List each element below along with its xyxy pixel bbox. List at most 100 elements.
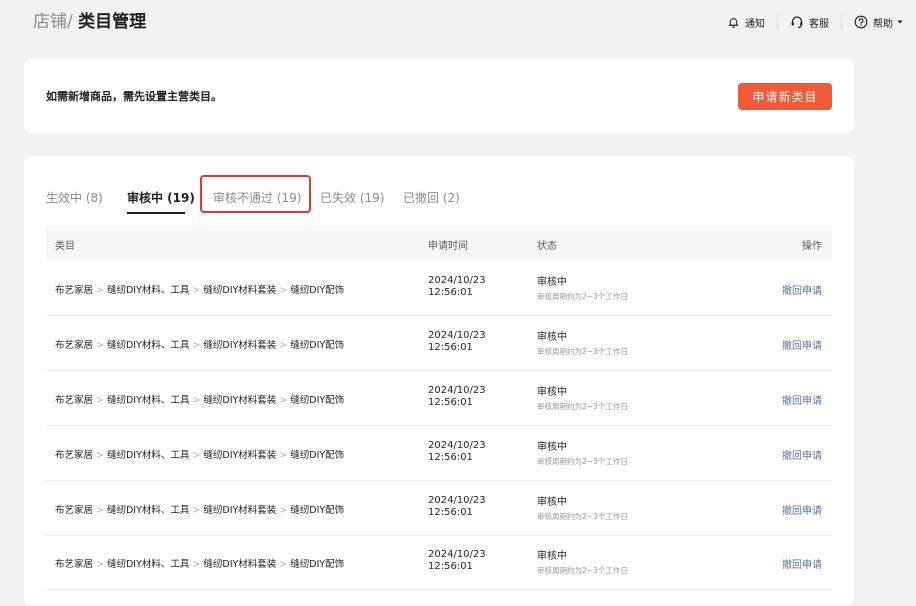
service-label: 客服 xyxy=(809,18,829,30)
table-header: 类目 申请时间 状态 操作 xyxy=(46,226,832,260)
status-text: 审核中 xyxy=(537,387,567,398)
breadcrumb-parent[interactable]: 店铺/ xyxy=(33,12,73,32)
caret-down-icon xyxy=(897,20,903,24)
category-path: 布艺家居 > 缝纫DIY材料、工具 > 缝纫DIY材料套装 > 缝纫DIY配饰 xyxy=(55,447,344,461)
category-segment: 布艺家居 xyxy=(55,505,94,516)
withdraw-link[interactable]: 撤回申请 xyxy=(782,337,822,352)
chevron-right-icon: > xyxy=(192,285,201,296)
category-segment: 缝纫DIY配饰 xyxy=(290,450,345,461)
help-label: 帮助 xyxy=(873,18,893,30)
category-segment: 缝纫DIY材料套装 xyxy=(203,285,277,296)
notify-label: 通知 xyxy=(745,18,765,30)
category-segment: 缝纫DIY材料、工具 xyxy=(106,285,190,296)
page-title: 类目管理 xyxy=(78,12,147,32)
apply-clock: 12:56:01 xyxy=(428,507,473,518)
category-segment: 缝纫DIY材料、工具 xyxy=(106,450,190,461)
category-segment: 缝纫DIY配饰 xyxy=(290,505,345,516)
breadcrumb: 店铺/ 类目管理 xyxy=(33,10,146,34)
status-note: 审核周期约为2~3个工作日 xyxy=(537,566,628,575)
column-action: 操作 xyxy=(802,241,822,252)
category-path: 布艺家居 > 缝纫DIY材料、工具 > 缝纫DIY材料套装 > 缝纫DIY配饰 xyxy=(55,337,344,351)
category-path: 布艺家居 > 缝纫DIY材料、工具 > 缝纫DIY材料套装 > 缝纫DIY配饰 xyxy=(55,392,344,406)
tab-reviewing[interactable]: 审核中 (19) xyxy=(127,189,195,206)
category-segment: 缝纫DIY材料套装 xyxy=(203,559,277,570)
apply-clock: 12:56:01 xyxy=(428,287,473,298)
chevron-right-icon: > xyxy=(192,340,201,351)
category-segment: 缝纫DIY配饰 xyxy=(290,340,345,351)
apply-date: 2024/10/23 xyxy=(428,330,486,341)
chevron-right-icon: > xyxy=(279,285,288,296)
chevron-right-icon: > xyxy=(192,505,201,516)
withdraw-link[interactable]: 撤回申请 xyxy=(782,556,822,571)
notify-button[interactable]: 通知 xyxy=(715,13,777,31)
tab-withdrawn[interactable]: 已撤回 (2) xyxy=(403,189,460,206)
notice-card: 如需新增商品，需先设置主营类目。 申请新类目 xyxy=(24,59,854,133)
apply-time: 2024/10/23 12:56:01 xyxy=(428,275,486,299)
category-segment: 布艺家居 xyxy=(55,395,94,406)
category-segment: 布艺家居 xyxy=(55,285,94,296)
category-segment: 缝纫DIY配饰 xyxy=(290,285,345,296)
help-dropdown[interactable]: 帮助 xyxy=(842,13,916,31)
withdraw-link[interactable]: 撤回申请 xyxy=(782,502,822,517)
category-path: 布艺家居 > 缝纫DIY材料、工具 > 缝纫DIY材料套装 > 缝纫DIY配饰 xyxy=(55,556,344,570)
withdraw-link[interactable]: 撤回申请 xyxy=(782,447,822,462)
category-segment: 缝纫DIY配饰 xyxy=(290,395,345,406)
status-note: 审核周期约为2~3个工作日 xyxy=(537,347,628,356)
status-note: 审核周期约为2~3个工作日 xyxy=(537,512,628,521)
category-segment: 缝纫DIY材料、工具 xyxy=(106,505,190,516)
category-segment: 缝纫DIY配饰 xyxy=(290,559,345,570)
category-path: 布艺家居 > 缝纫DIY材料、工具 > 缝纫DIY材料套装 > 缝纫DIY配饰 xyxy=(55,282,344,296)
apply-time: 2024/10/23 12:56:01 xyxy=(428,330,486,354)
apply-date: 2024/10/23 xyxy=(428,385,486,396)
service-button[interactable]: 客服 xyxy=(778,13,841,31)
question-circle-icon xyxy=(854,15,868,29)
headset-icon xyxy=(791,16,803,29)
chevron-right-icon: > xyxy=(96,450,104,461)
chevron-right-icon: > xyxy=(279,395,288,406)
tab-expired[interactable]: 已失效 (19) xyxy=(320,189,384,206)
category-segment: 布艺家居 xyxy=(55,450,94,461)
category-segment: 缝纫DIY材料、工具 xyxy=(106,395,190,406)
table-row: 布艺家居 > 缝纫DIY材料、工具 > 缝纫DIY材料套装 > 缝纫DIY配饰 2024/10… xyxy=(46,481,832,536)
table-row: 布艺家居 > 缝纫DIY材料、工具 > 缝纫DIY材料套装 > 缝纫DIY配饰 2024/10… xyxy=(46,261,832,316)
apply-clock: 12:56:01 xyxy=(428,561,473,572)
status-note: 审核周期约为2~3个工作日 xyxy=(537,457,628,466)
withdraw-link[interactable]: 撤回申请 xyxy=(782,282,822,297)
status-text: 审核中 xyxy=(537,551,567,562)
chevron-right-icon: > xyxy=(279,340,288,351)
apply-clock: 12:56:01 xyxy=(428,452,473,463)
apply-clock: 12:56:01 xyxy=(428,397,473,408)
chevron-right-icon: > xyxy=(96,559,104,570)
category-segment: 缝纫DIY材料套装 xyxy=(203,505,277,516)
status-note: 审核周期约为2~3个工作日 xyxy=(537,292,628,301)
table-row: 布艺家居 > 缝纫DIY材料、工具 > 缝纫DIY材料套装 > 缝纫DIY配饰 2024/10… xyxy=(46,371,832,426)
table-row: 布艺家居 > 缝纫DIY材料、工具 > 缝纫DIY材料套装 > 缝纫DIY配饰 2024/10… xyxy=(46,535,832,590)
apply-date: 2024/10/23 xyxy=(428,549,486,560)
active-tab-indicator xyxy=(127,212,185,214)
tab-active[interactable]: 生效中 (8) xyxy=(46,189,103,206)
apply-category-button[interactable]: 申请新类目 xyxy=(738,83,832,110)
table-row: 布艺家居 > 缝纫DIY材料、工具 > 缝纫DIY材料套装 > 缝纫DIY配饰 2024/10… xyxy=(46,316,832,371)
category-segment: 缝纫DIY材料套装 xyxy=(203,450,277,461)
chevron-right-icon: > xyxy=(192,395,201,406)
chevron-right-icon: > xyxy=(96,505,104,516)
notice-text: 如需新增商品，需先设置主营类目。 xyxy=(46,90,222,103)
apply-clock: 12:56:01 xyxy=(428,342,473,353)
chevron-right-icon: > xyxy=(279,505,288,516)
apply-time: 2024/10/23 12:56:01 xyxy=(428,440,486,464)
category-segment: 布艺家居 xyxy=(55,340,94,351)
chevron-right-icon: > xyxy=(279,559,288,570)
column-time: 申请时间 xyxy=(428,241,468,252)
chevron-right-icon: > xyxy=(96,285,104,296)
status-text: 审核中 xyxy=(537,277,567,288)
table-row: 布艺家居 > 缝纫DIY材料、工具 > 缝纫DIY材料套装 > 缝纫DIY配饰 2024/10… xyxy=(46,426,832,481)
tab-rejected[interactable]: 审核不通过 (19) xyxy=(213,189,301,206)
withdraw-link[interactable]: 撤回申请 xyxy=(782,392,822,407)
status-note: 审核周期约为2~3个工作日 xyxy=(537,402,628,411)
apply-date: 2024/10/23 xyxy=(428,275,486,286)
category-path: 布艺家居 > 缝纫DIY材料、工具 > 缝纫DIY材料套装 > 缝纫DIY配饰 xyxy=(55,502,344,516)
chevron-right-icon: > xyxy=(192,559,201,570)
chevron-right-icon: > xyxy=(96,340,104,351)
apply-date: 2024/10/23 xyxy=(428,440,486,451)
chevron-right-icon: > xyxy=(279,450,288,461)
